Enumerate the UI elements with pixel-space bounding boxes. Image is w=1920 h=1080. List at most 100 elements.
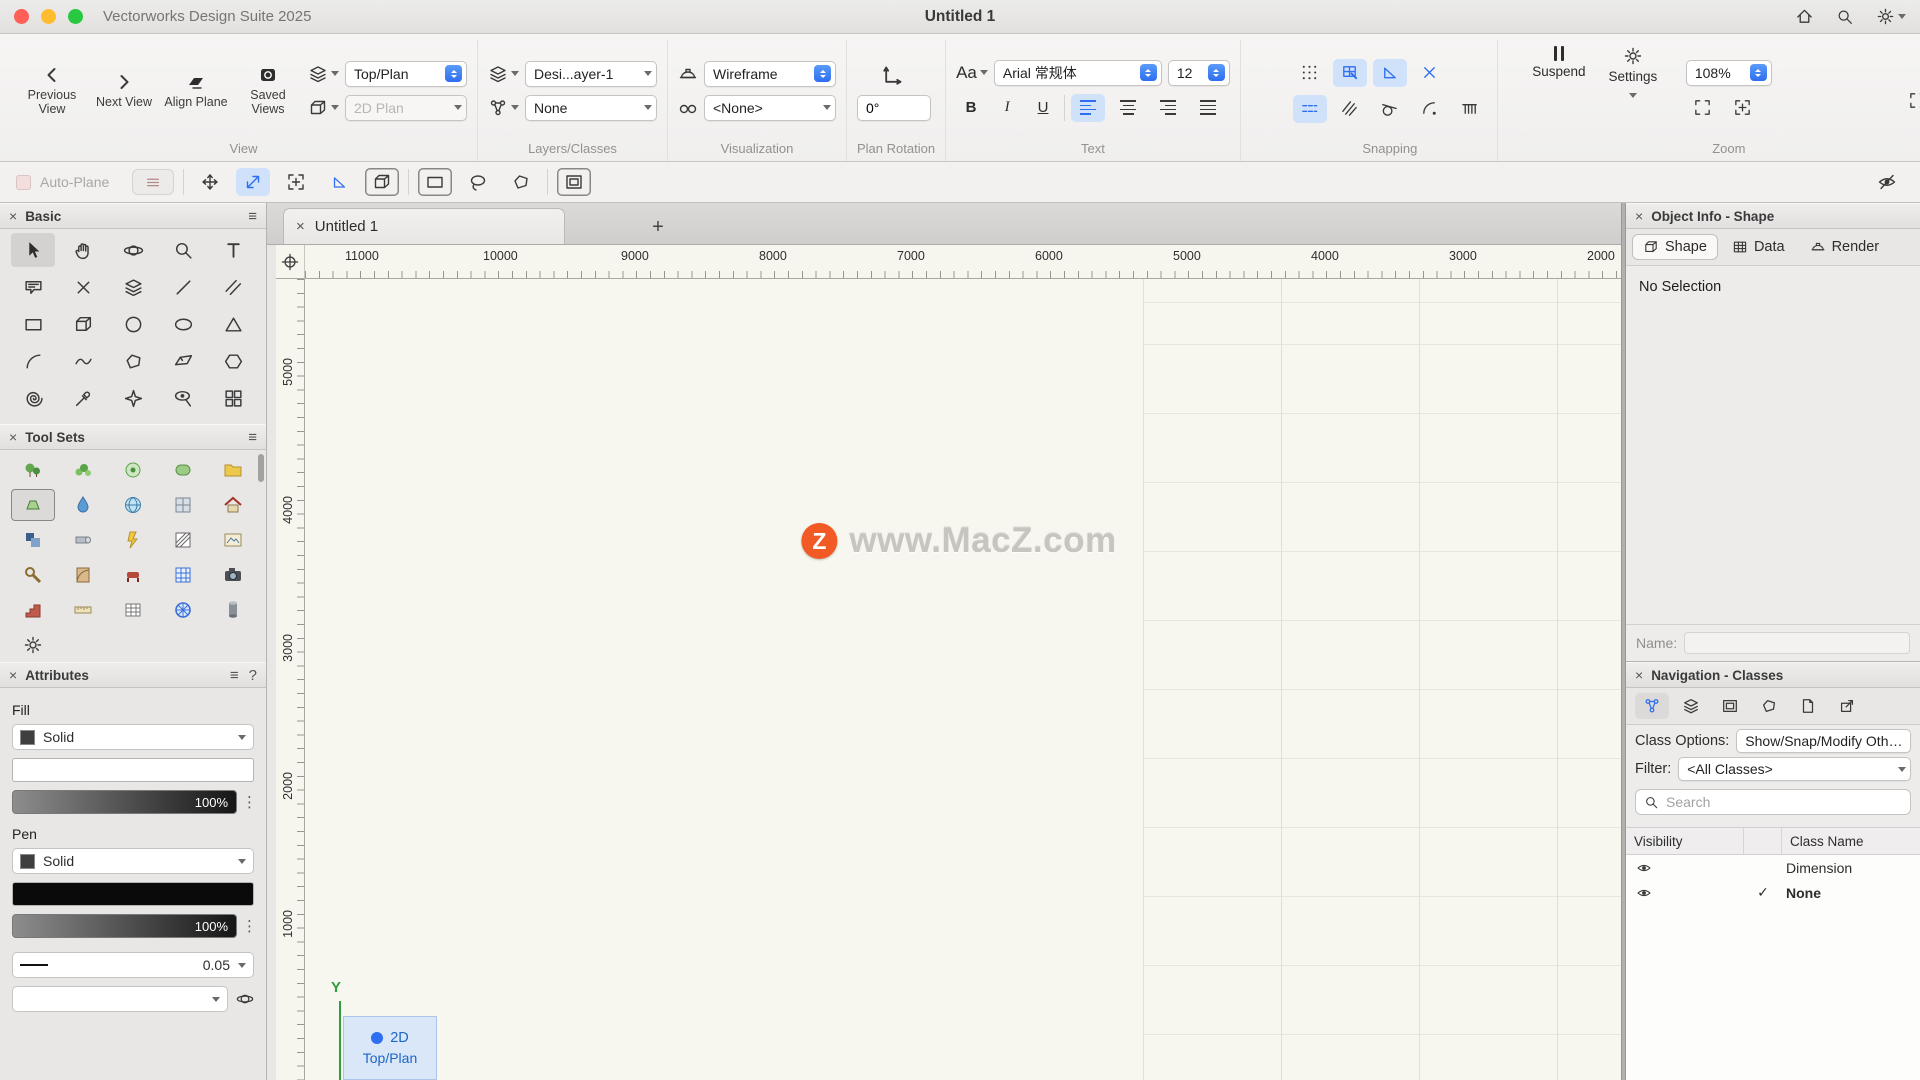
push-pull-mode-button[interactable] [365,168,399,196]
fill-style-select[interactable]: Solid [12,724,254,750]
tool-box-3d[interactable] [61,307,105,341]
tool-surface[interactable] [161,344,205,378]
palette-menu-icon[interactable]: ≡ [230,667,239,684]
line-weight-select[interactable]: 0.05 [12,952,254,978]
layer-select[interactable]: Desi...ayer-1 [525,61,657,87]
tool-rectangle[interactable] [11,307,55,341]
filter-select[interactable]: <All Classes> [1678,757,1911,781]
tool-freehand[interactable] [61,344,105,378]
toolset-dimension[interactable] [61,594,105,626]
snap-to-intersection-button[interactable] [1333,95,1367,123]
toolset-space-planning[interactable] [11,524,55,556]
toolset-building-shell[interactable] [211,489,255,521]
tool-visibility[interactable] [161,381,205,415]
zoom-window-button[interactable] [68,9,83,24]
attributes-palette-header[interactable]: × Attributes ≡ ? [0,662,266,688]
close-icon[interactable]: × [1635,208,1643,224]
marquee-polygon-button[interactable] [504,168,538,196]
toolset-image[interactable] [211,524,255,556]
pen-color-bar[interactable] [12,882,254,906]
tool-x-symbol[interactable] [61,270,105,304]
nav-layers-button[interactable] [1674,693,1708,719]
tool-spiral[interactable] [11,381,55,415]
marquee-rectangle-button[interactable] [418,168,452,196]
align-justify-button[interactable] [1191,94,1225,122]
classes-menu[interactable] [488,98,519,118]
new-tab-button[interactable]: + [643,210,673,244]
toolset-furniture[interactable] [111,559,155,591]
saved-views-button[interactable]: Saved Views [236,65,300,117]
class-row[interactable]: Dimension [1626,855,1920,880]
nav-references-button[interactable] [1791,693,1825,719]
toolset-irrigation[interactable] [61,489,105,521]
active-plane-menu[interactable] [308,64,339,84]
class-search-input[interactable] [1666,794,1902,810]
underline-button[interactable]: U [1028,95,1058,121]
palette-scrollbar[interactable] [258,454,264,482]
tool-circle[interactable] [111,307,155,341]
titlebar-settings-button[interactable] [1876,7,1906,26]
render-mode-select[interactable]: Wireframe [704,61,836,87]
snap-to-section-button[interactable] [1453,95,1487,123]
align-right-button[interactable] [1151,94,1185,122]
toolset-machine[interactable] [161,594,205,626]
align-plane-button[interactable]: Align Plane [164,72,228,109]
font-select[interactable]: Arial 常规体 [994,60,1162,86]
nav-classes-button[interactable] [1635,693,1669,719]
nav-saved-views-button[interactable] [1752,693,1786,719]
tool-line[interactable] [161,270,205,304]
snap-to-arc-button[interactable] [1413,95,1447,123]
plan-rotation-input[interactable] [857,95,931,121]
navigation-header[interactable]: × Navigation - Classes [1626,662,1920,688]
class-name[interactable]: Dimension [1782,860,1920,876]
tool-triangle[interactable] [211,307,255,341]
pen-style-select[interactable]: Solid [12,848,254,874]
toolbar-overflow-chevron-icon[interactable] [1629,93,1637,98]
tool-pan[interactable] [61,233,105,267]
toolset-settings[interactable] [11,629,55,661]
visibility-eye-icon[interactable] [1636,885,1652,901]
move-mode-button[interactable] [193,168,227,196]
plan-settings-menu[interactable] [308,98,339,118]
pen-opacity-slider[interactable]: 100% [12,914,237,938]
toolset-files[interactable] [211,454,255,486]
snap-to-tangent-button[interactable] [1373,95,1407,123]
drawing-canvas[interactable]: Z www.MacZ.com Y 2D Top/Plan [305,279,1621,1080]
toolset-gis[interactable] [111,489,155,521]
render-style-menu[interactable] [678,98,698,118]
search-icon[interactable] [1836,8,1854,26]
toolset-detailing[interactable] [11,559,55,591]
layers-menu[interactable] [488,64,519,84]
toolset-door[interactable] [61,559,105,591]
tool-star[interactable] [111,381,155,415]
snap-to-angle-button[interactable] [1373,59,1407,87]
tool-zoom[interactable] [161,233,205,267]
text-style-button[interactable]: Aa [956,63,988,83]
zoom-select[interactable]: 108% [1686,60,1772,86]
class-name[interactable]: None [1782,885,1920,901]
fill-color-bar[interactable] [12,758,254,782]
toolset-plants[interactable] [61,454,105,486]
tool-flyover[interactable] [111,233,155,267]
hide-details-button[interactable] [1870,168,1904,196]
object-info-header[interactable]: × Object Info - Shape [1626,203,1920,229]
previous-view-button[interactable]: Previous View [20,65,84,117]
resize-mode-button[interactable] [236,168,270,196]
tool-text[interactable] [211,233,255,267]
next-view-button[interactable]: Next View [92,72,156,109]
fit-to-objects-button[interactable] [1686,94,1720,122]
palette-menu-icon[interactable]: ≡ [248,429,257,446]
snap-to-edge-button[interactable] [1293,95,1327,123]
toolset-piping[interactable] [61,524,105,556]
toolset-lighting[interactable] [111,524,155,556]
nav-viewports-button[interactable] [1713,693,1747,719]
toolset-hatching[interactable] [161,524,205,556]
plan-mode-select[interactable]: 2D Plan [345,95,467,121]
settings-button[interactable]: Settings [1600,40,1666,98]
toolset-column[interactable] [211,594,255,626]
angle-mode-button[interactable] [322,168,356,196]
basic-palette-header[interactable]: × Basic ≡ [0,203,266,229]
duplicate-mode-button[interactable] [279,168,313,196]
align-center-button[interactable] [1111,94,1145,122]
class-options-select[interactable]: Show/Snap/Modify Others [1736,729,1911,753]
